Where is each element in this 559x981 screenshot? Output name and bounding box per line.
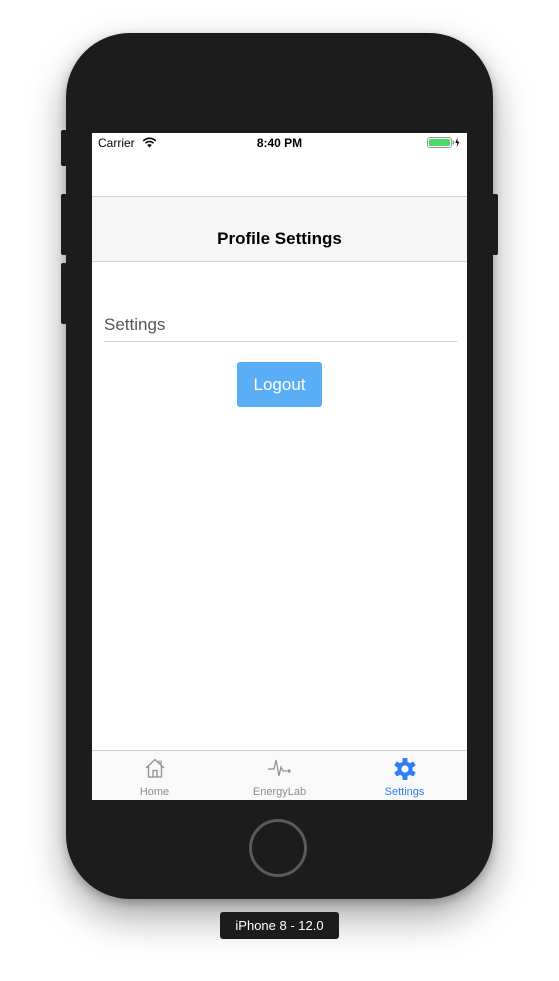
home-button[interactable] <box>249 819 307 877</box>
device-label: iPhone 8 - 12.0 <box>220 912 339 939</box>
screen: Carrier 8:40 PM Profile Settings Setting… <box>92 133 467 800</box>
gear-icon <box>394 758 415 780</box>
tab-settings-label: Settings <box>384 786 425 798</box>
battery-icon <box>427 137 460 148</box>
page-title: Profile Settings <box>217 229 342 248</box>
mute-switch <box>61 130 67 166</box>
power-button <box>492 194 498 255</box>
navigation-bar: Profile Settings <box>92 196 467 262</box>
logout-button[interactable]: Logout <box>237 362 322 407</box>
settings-section-label: Settings <box>104 315 166 334</box>
tab-bar: Home EnergyLab Settings <box>92 750 467 800</box>
tab-energylab-label: EnergyLab <box>252 786 307 798</box>
clock-time: 8:40 PM <box>256 136 303 150</box>
tab-home[interactable]: Home <box>92 751 217 800</box>
status-bar: Carrier 8:40 PM <box>92 133 467 153</box>
volume-up-button <box>61 194 67 255</box>
tab-energylab[interactable]: EnergyLab <box>217 751 342 800</box>
volume-down-button <box>61 263 67 324</box>
tab-home-label: Home <box>139 786 170 798</box>
home-icon <box>145 758 164 778</box>
pulse-icon <box>267 759 291 777</box>
tab-settings[interactable]: Settings <box>342 751 467 800</box>
divider <box>104 341 457 342</box>
